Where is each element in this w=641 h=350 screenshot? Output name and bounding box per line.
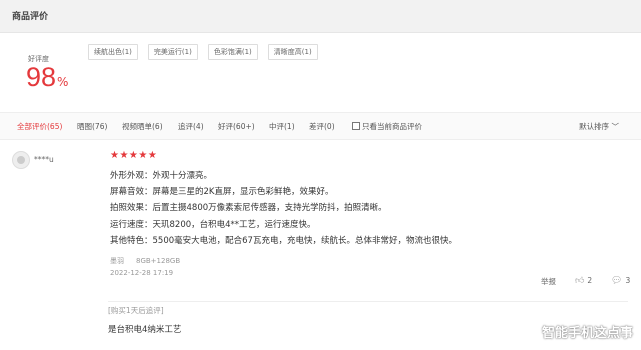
thumbs-up-icon: 👍︎ bbox=[575, 276, 585, 286]
tag-item[interactable]: 清晰度高(1) bbox=[267, 44, 318, 60]
sort-label: 默认排序 bbox=[579, 122, 610, 131]
filter-bar: 全部评价(65) 晒图(76) 视频晒单(6) 追评(4) 好评(60+) 中评… bbox=[0, 112, 641, 140]
product-color: 墨羽 bbox=[110, 257, 124, 265]
filter-video[interactable]: 视频晒单(6) bbox=[122, 121, 163, 132]
rating-number: 98 bbox=[26, 62, 57, 92]
tag-list: 续航出色(1) 完美运行(1) 色彩饱满(1) 清晰度高(1) bbox=[88, 44, 318, 60]
only-current-filter[interactable]: 只看当前商品评价 bbox=[352, 121, 422, 132]
review-line: 拍照效果：后置主摄4800万像素索尼传感器，支持光学防抖，拍照清晰。 bbox=[110, 203, 387, 214]
review-line: 其他特色：5500毫安大电池，配合67瓦充电，充电快，续航长。总体非常好，物流也… bbox=[110, 235, 457, 246]
rating-value: 98% bbox=[26, 62, 68, 92]
username: ****u bbox=[34, 155, 54, 164]
section-title: 商品评价 bbox=[12, 12, 49, 22]
star-rating: ★★★★★ bbox=[110, 150, 158, 161]
rating-percent: % bbox=[57, 75, 69, 89]
tag-item[interactable]: 续航出色(1) bbox=[88, 44, 138, 60]
review-line: 外形外观：外观十分漂亮。 bbox=[110, 171, 213, 181]
divider bbox=[108, 301, 628, 302]
review-date: 2022-12-28 17:19 bbox=[110, 269, 174, 277]
product-spec: 8GB+128GB bbox=[136, 257, 181, 265]
review-line: 运行速度：天玑8200，台积电4**工艺，运行速度快。 bbox=[110, 219, 316, 230]
review-content: 外形外观：外观十分漂亮。 屏幕音效：屏幕是三星的2K直屏，显示色彩鲜艳，效果好。… bbox=[110, 168, 457, 249]
tag-item[interactable]: 色彩饱满(1) bbox=[207, 44, 258, 60]
filter-all[interactable]: 全部评价(65) bbox=[17, 121, 62, 132]
tag-item[interactable]: 完美运行(1) bbox=[147, 44, 198, 60]
filter-photos[interactable]: 晒图(76) bbox=[77, 121, 107, 132]
like-button[interactable]: 👍︎ 2 bbox=[575, 276, 592, 286]
like-count: 2 bbox=[587, 276, 593, 285]
review-meta: 墨羽 8GB+128GB 2022-12-28 17:19 bbox=[110, 255, 180, 279]
filter-positive[interactable]: 好评(60+) bbox=[218, 121, 255, 132]
followup-text: 是台积电4纳米工艺 bbox=[108, 325, 182, 335]
chevron-down-icon: ﹀ bbox=[611, 122, 620, 131]
avatar-icon bbox=[12, 151, 30, 169]
only-current-label: 只看当前商品评价 bbox=[362, 122, 422, 131]
comment-button[interactable]: 💬︎ 3 bbox=[611, 276, 630, 286]
followup-label: [购买1天后追评] bbox=[108, 306, 164, 315]
filter-negative[interactable]: 差评(0) bbox=[309, 121, 335, 132]
report-button[interactable]: 举报 bbox=[541, 276, 556, 287]
filter-neutral[interactable]: 中评(1) bbox=[269, 121, 295, 132]
sort-dropdown[interactable]: 默认排序 ﹀ bbox=[579, 121, 619, 132]
filter-followup[interactable]: 追评(4) bbox=[178, 121, 204, 132]
review-line: 屏幕音效：屏幕是三星的2K直屏，显示色彩鲜艳，效果好。 bbox=[110, 187, 334, 198]
watermark: 智能手机这点事 bbox=[541, 326, 633, 341]
comment-count: 3 bbox=[625, 276, 631, 285]
checkbox-icon[interactable] bbox=[352, 122, 360, 130]
section-header: 商品评价 bbox=[0, 0, 641, 33]
comment-icon: 💬︎ bbox=[611, 276, 623, 286]
